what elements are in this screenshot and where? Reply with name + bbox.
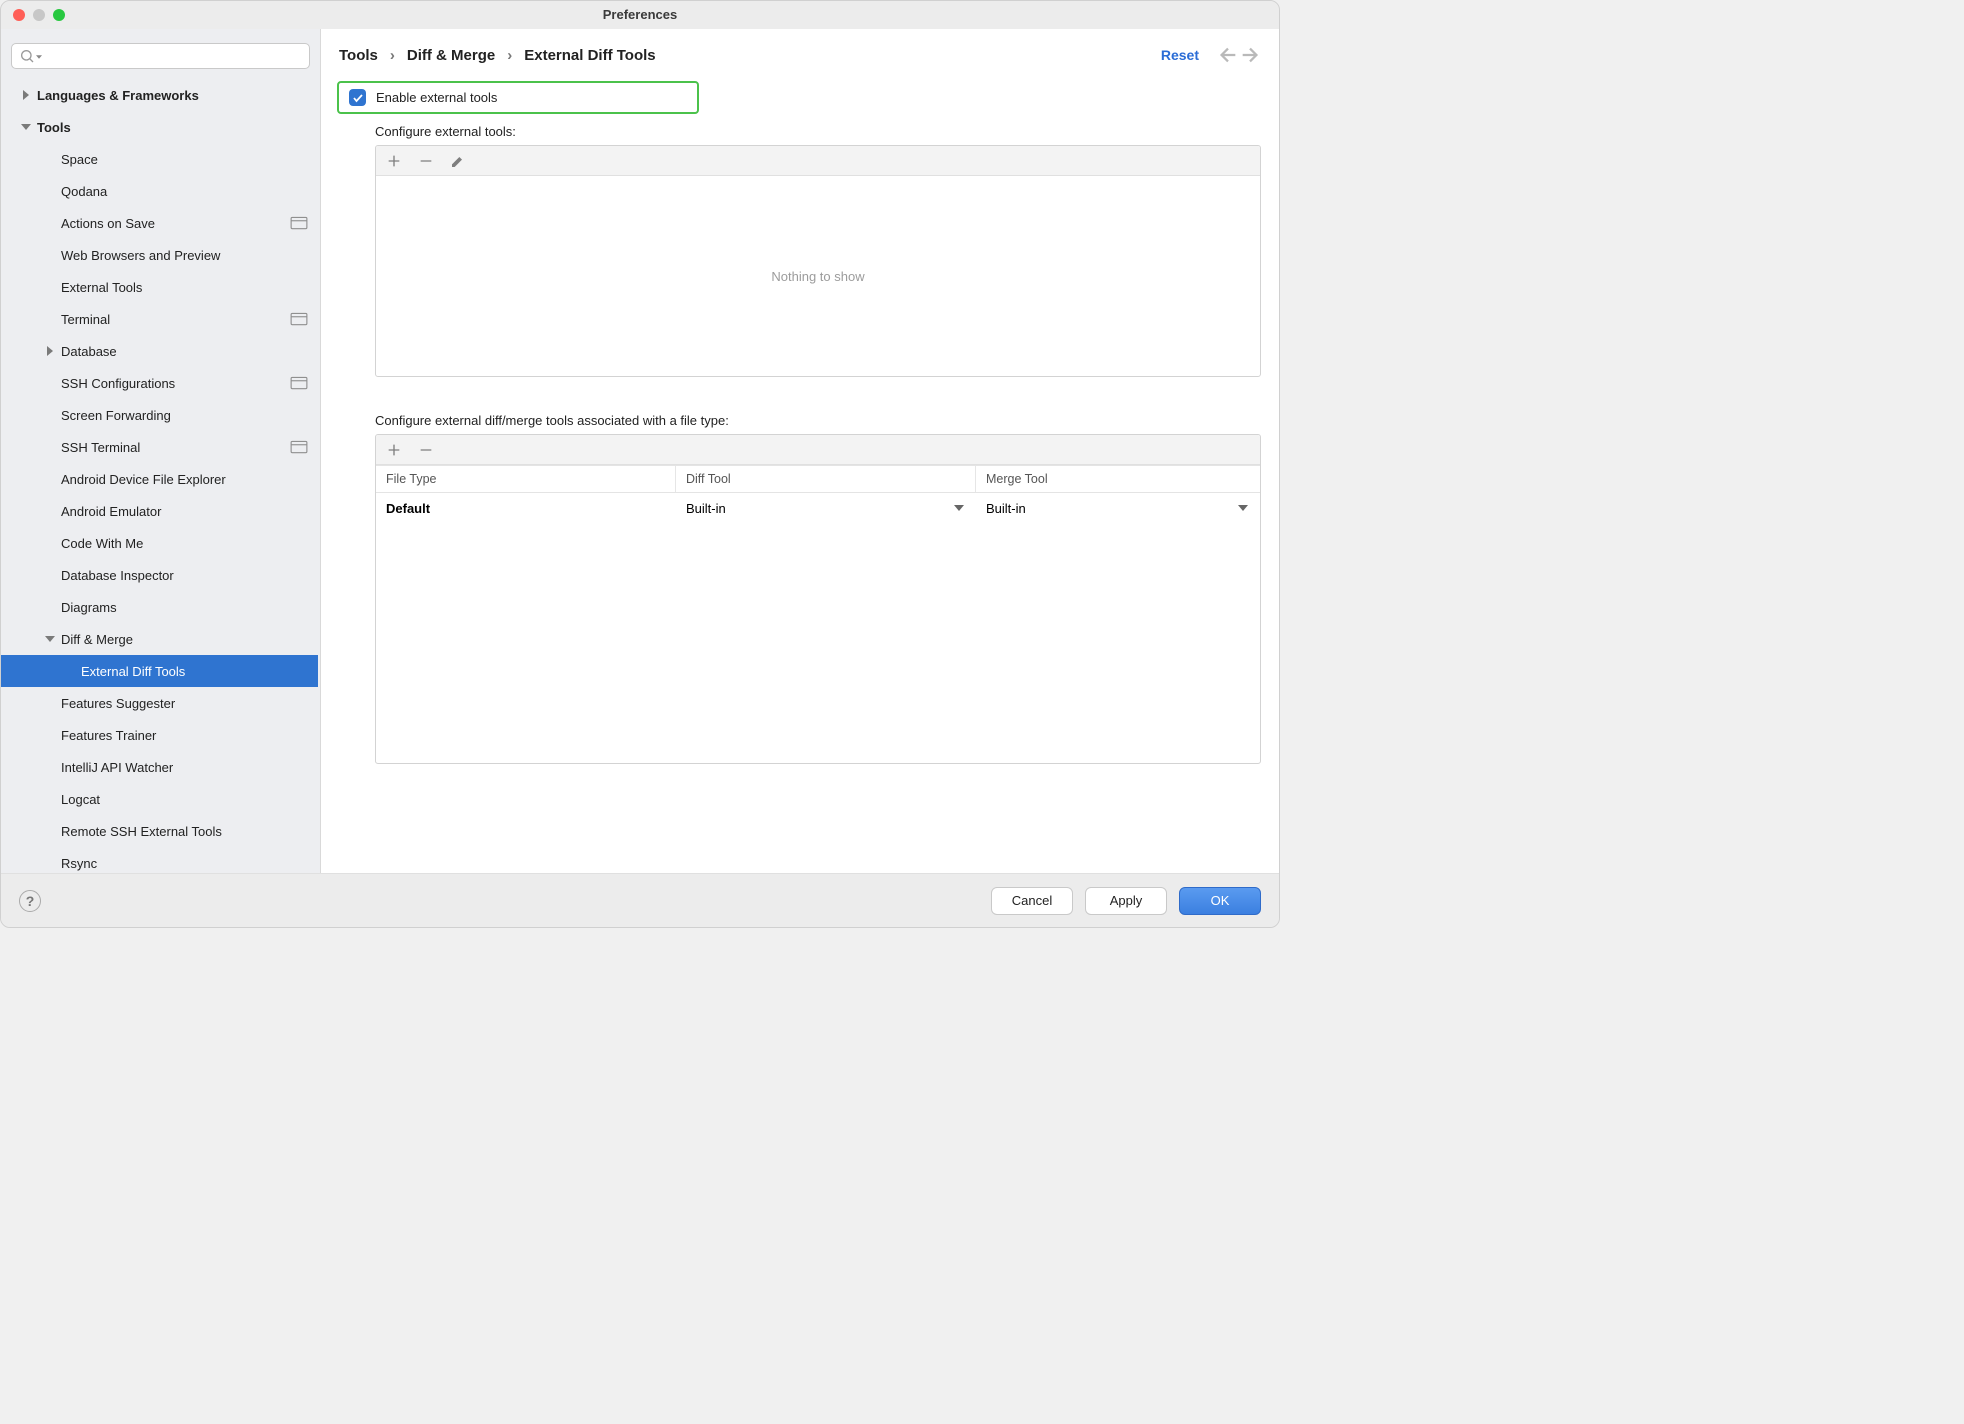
sidebar-item-actions-on-save[interactable]: Actions on Save: [1, 207, 318, 239]
help-button[interactable]: ?: [19, 890, 41, 912]
sidebar-item-diff-merge[interactable]: Diff & Merge: [1, 623, 318, 655]
minimize-window-button[interactable]: [33, 9, 45, 21]
chevron-right-icon: ›: [507, 47, 512, 64]
search-history-icon[interactable]: [36, 54, 42, 60]
cancel-button[interactable]: Cancel: [991, 887, 1073, 915]
add-icon[interactable]: [386, 153, 402, 169]
sidebar-item-terminal[interactable]: Terminal: [1, 303, 318, 335]
enable-external-tools-label: Enable external tools: [376, 90, 497, 105]
ok-button[interactable]: OK: [1179, 887, 1261, 915]
sidebar-item-database-inspector[interactable]: Database Inspector: [1, 559, 318, 591]
titlebar: Preferences: [1, 1, 1279, 29]
sidebar-cat-tools[interactable]: Tools: [1, 111, 318, 143]
col-diff-tool: Diff Tool: [676, 466, 976, 492]
sidebar-item-logcat[interactable]: Logcat: [1, 783, 318, 815]
sidebar-item-remote-ssh-external[interactable]: Remote SSH External Tools: [1, 815, 318, 847]
chevron-right-icon: [21, 90, 31, 100]
sidebar-item-qodana[interactable]: Qodana: [1, 175, 318, 207]
back-icon[interactable]: [1217, 44, 1239, 66]
chevron-down-icon: [1238, 503, 1248, 513]
maximize-window-button[interactable]: [53, 9, 65, 21]
sidebar-item-rsync[interactable]: Rsync: [1, 847, 318, 873]
window-title: Preferences: [603, 7, 677, 22]
cell-file-type: Default: [376, 501, 676, 516]
remove-icon[interactable]: [418, 442, 434, 458]
sidebar-item-android-device-file[interactable]: Android Device File Explorer: [1, 463, 318, 495]
col-file-type: File Type: [376, 466, 676, 492]
settings-tree: Languages & Frameworks Tools Space Qodan…: [1, 79, 320, 873]
configure-tools-label: Configure external tools:: [375, 124, 1261, 139]
empty-text: Nothing to show: [376, 176, 1260, 376]
col-merge-tool: Merge Tool: [976, 466, 1260, 492]
sidebar-item-android-emulator[interactable]: Android Emulator: [1, 495, 318, 527]
footer: ? Cancel Apply OK: [1, 873, 1279, 927]
sidebar-item-external-diff-tools[interactable]: External Diff Tools: [1, 655, 318, 687]
header: Tools › Diff & Merge › External Diff Too…: [321, 29, 1279, 81]
cell-merge-tool[interactable]: Built-in: [976, 501, 1260, 516]
forward-icon[interactable]: [1239, 44, 1261, 66]
sidebar-item-database[interactable]: Database: [1, 335, 318, 367]
sidebar: Languages & Frameworks Tools Space Qodan…: [1, 29, 321, 873]
crumb-tools[interactable]: Tools: [339, 47, 378, 64]
edit-icon[interactable]: [450, 153, 466, 169]
cell-diff-tool[interactable]: Built-in: [676, 501, 976, 516]
chevron-right-icon: [45, 346, 55, 356]
reset-link[interactable]: Reset: [1161, 47, 1199, 63]
sidebar-item-web-browsers[interactable]: Web Browsers and Preview: [1, 239, 318, 271]
sidebar-item-features-trainer[interactable]: Features Trainer: [1, 719, 318, 751]
sidebar-item-ssh-terminal[interactable]: SSH Terminal: [1, 431, 318, 463]
close-window-button[interactable]: [13, 9, 25, 21]
configure-filetype-label: Configure external diff/merge tools asso…: [375, 413, 1261, 428]
chevron-down-icon: [21, 122, 31, 132]
apply-button[interactable]: Apply: [1085, 887, 1167, 915]
table-row[interactable]: Default Built-in Built-in: [376, 493, 1260, 523]
sidebar-item-features-suggester[interactable]: Features Suggester: [1, 687, 318, 719]
sidebar-item-space[interactable]: Space: [1, 143, 318, 175]
chevron-down-icon: [45, 634, 55, 644]
search-icon: [19, 48, 35, 64]
chevron-down-icon: [954, 503, 964, 513]
breadcrumb: Tools › Diff & Merge › External Diff Too…: [339, 47, 656, 64]
sidebar-item-diagrams[interactable]: Diagrams: [1, 591, 318, 623]
sidebar-item-screen-forwarding[interactable]: Screen Forwarding: [1, 399, 318, 431]
enable-external-tools-checkbox[interactable]: [349, 89, 366, 106]
sidebar-item-intellij-api-watcher[interactable]: IntelliJ API Watcher: [1, 751, 318, 783]
crumb-external-diff: External Diff Tools: [524, 47, 655, 64]
sidebar-item-code-with-me[interactable]: Code With Me: [1, 527, 318, 559]
search-input[interactable]: [11, 43, 310, 69]
settings-indicator-icon: [290, 376, 308, 390]
sidebar-cat-languages[interactable]: Languages & Frameworks: [1, 79, 318, 111]
settings-indicator-icon: [290, 216, 308, 230]
table-header: File Type Diff Tool Merge Tool: [376, 465, 1260, 493]
check-icon: [352, 92, 364, 104]
filetype-panel: File Type Diff Tool Merge Tool Default B…: [375, 434, 1261, 764]
crumb-diff-merge[interactable]: Diff & Merge: [407, 47, 495, 64]
highlight-box: Enable external tools: [337, 81, 699, 114]
chevron-right-icon: ›: [390, 47, 395, 64]
sidebar-item-external-tools[interactable]: External Tools: [1, 271, 318, 303]
external-tools-panel: Nothing to show: [375, 145, 1261, 377]
settings-indicator-icon: [290, 312, 308, 326]
settings-indicator-icon: [290, 440, 308, 454]
add-icon[interactable]: [386, 442, 402, 458]
sidebar-item-ssh-config[interactable]: SSH Configurations: [1, 367, 318, 399]
remove-icon[interactable]: [418, 153, 434, 169]
